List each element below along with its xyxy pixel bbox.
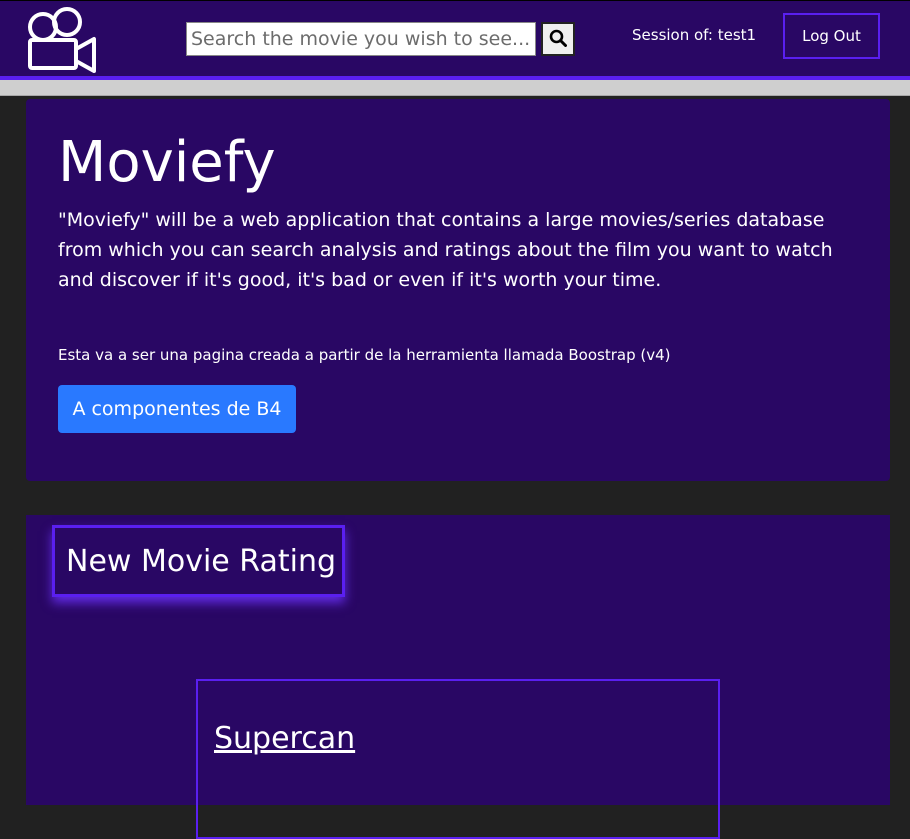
- search-icon: [549, 29, 567, 50]
- section-heading-box: New Movie Rating: [52, 525, 345, 597]
- movie-title-link[interactable]: Supercan: [214, 721, 355, 756]
- search-input[interactable]: [186, 22, 536, 56]
- session-label: Session of: test1: [632, 26, 757, 44]
- b4-components-button[interactable]: A componentes de B4: [58, 385, 296, 433]
- hero-jumbotron: Moviefy "Moviefy" will be a web applicat…: [26, 99, 890, 481]
- hero-note: Esta va a ser una pagina creada a partir…: [58, 346, 671, 364]
- section-title: New Movie Rating: [66, 543, 337, 579]
- page-title: Moviefy: [58, 130, 276, 195]
- new-rating-section: New Movie Rating Supercan: [26, 515, 890, 839]
- search-button[interactable]: [541, 22, 575, 56]
- divider-strip: [0, 80, 910, 96]
- top-navbar: Session of: test1 Log Out: [0, 0, 910, 76]
- movie-camera-icon[interactable]: [26, 5, 98, 73]
- hero-description: "Moviefy" will be a web application that…: [58, 209, 833, 291]
- movie-card: Supercan: [196, 679, 720, 839]
- logout-button[interactable]: Log Out: [783, 13, 880, 59]
